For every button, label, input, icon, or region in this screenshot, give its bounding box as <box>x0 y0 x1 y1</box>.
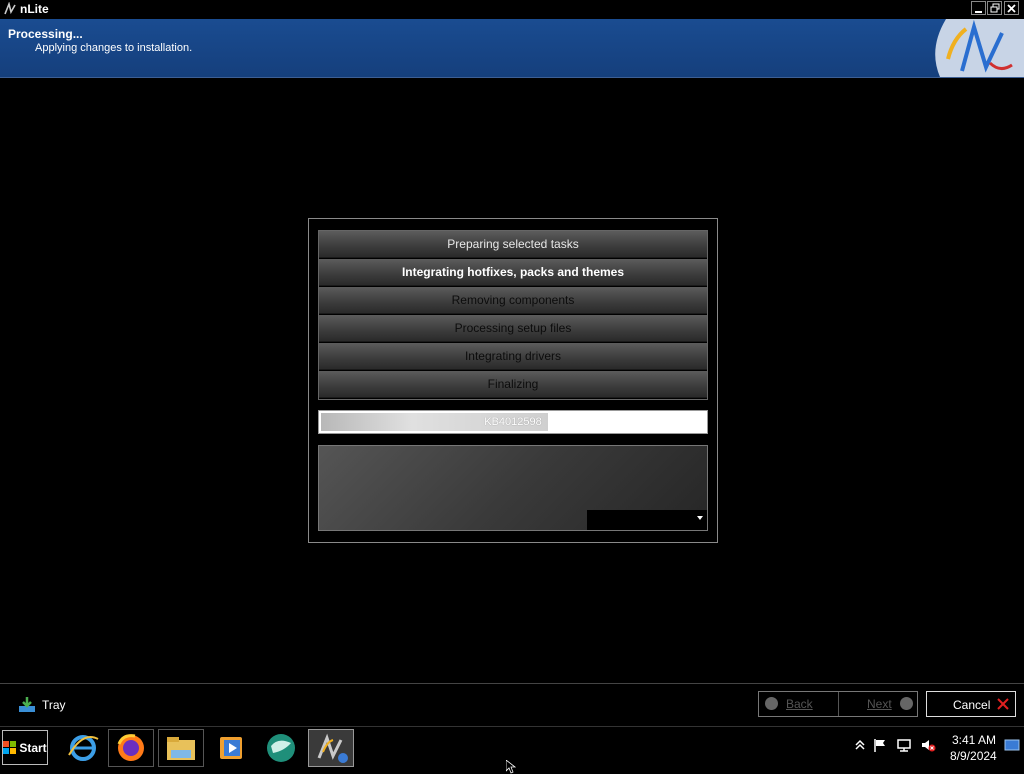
speaker-muted-icon[interactable] <box>920 737 936 753</box>
progress-label: KB4012598 <box>484 416 542 428</box>
step-preparing: Preparing selected tasks <box>319 231 707 258</box>
globe-app-icon[interactable] <box>258 729 304 767</box>
show-desktop-icon[interactable] <box>1004 737 1020 753</box>
progress-panel: Preparing selected tasks Integrating hot… <box>308 218 718 543</box>
close-button[interactable] <box>1004 1 1019 15</box>
start-button[interactable]: Start <box>2 730 48 765</box>
mouse-cursor-icon <box>506 760 516 774</box>
progress-bar: KB4012598 <box>318 410 708 434</box>
media-player-icon[interactable] <box>208 729 254 767</box>
chevron-down-icon <box>697 516 703 520</box>
cancel-button[interactable]: Cancel <box>926 691 1016 717</box>
window-title: nLite <box>20 2 49 16</box>
tray-label: Tray <box>42 698 66 712</box>
step-list: Preparing selected tasks Integrating hot… <box>318 230 708 400</box>
title-bar: nLite <box>0 0 1024 18</box>
close-icon <box>1007 3 1016 13</box>
nlite-icon[interactable] <box>308 729 354 767</box>
step-removing-components: Removing components <box>319 287 707 314</box>
cancel-label: Cancel <box>953 698 991 712</box>
clock-time[interactable]: 3:41 AM <box>952 733 996 747</box>
page-title: Processing... <box>8 27 83 41</box>
cancel-x-icon <box>997 698 1009 710</box>
next-arrow-icon <box>900 697 913 710</box>
clock-date[interactable]: 8/9/2024 <box>950 749 997 763</box>
next-label: Next <box>867 697 892 711</box>
tray-button[interactable]: Tray <box>18 696 66 714</box>
log-area <box>318 445 708 531</box>
back-label: Back <box>786 697 813 711</box>
restore-button[interactable] <box>987 1 1002 15</box>
tray-icon <box>19 697 35 712</box>
show-hidden-icons-icon[interactable] <box>852 737 868 753</box>
internet-explorer-icon[interactable] <box>60 729 106 767</box>
page-subtitle: Applying changes to installation. <box>35 42 193 54</box>
action-center-flag-icon[interactable] <box>872 737 888 753</box>
file-explorer-icon[interactable] <box>158 729 204 767</box>
start-label: Start <box>19 740 47 755</box>
back-button[interactable]: Back <box>759 692 839 716</box>
minimize-button[interactable] <box>971 1 986 15</box>
step-integrating-hotfixes: Integrating hotfixes, packs and themes <box>319 259 707 286</box>
step-processing-setup-files: Processing setup files <box>319 315 707 342</box>
back-arrow-icon <box>765 697 778 710</box>
nlite-logo-icon <box>4 2 16 15</box>
step-integrating-drivers: Integrating drivers <box>319 343 707 370</box>
wizard-header: Processing... Applying changes to instal… <box>0 19 1024 78</box>
minimize-icon <box>975 10 982 13</box>
firefox-icon[interactable] <box>108 729 154 767</box>
wizard-footer: Tray Back Next Cancel <box>0 683 1024 726</box>
nlite-logo-icon <box>935 19 1024 77</box>
windows-logo-icon <box>3 741 17 754</box>
restore-icon <box>990 3 999 13</box>
step-finalizing: Finalizing <box>319 371 707 398</box>
navigation-buttons: Back Next <box>758 691 918 717</box>
next-button[interactable]: Next <box>839 692 917 716</box>
network-icon[interactable] <box>896 737 912 753</box>
log-dropdown[interactable] <box>587 510 707 530</box>
